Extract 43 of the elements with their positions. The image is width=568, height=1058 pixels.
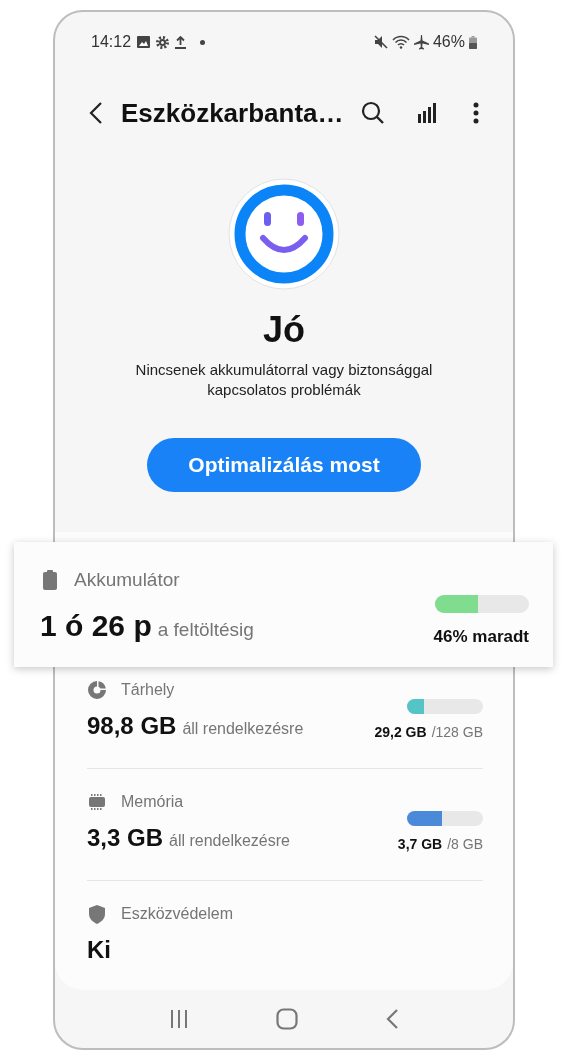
chip-icon xyxy=(88,793,106,811)
section-value: 1 ó 26 p xyxy=(40,609,152,642)
section-title: Eszközvédelem xyxy=(121,904,234,924)
value-caption: a feltöltésig xyxy=(157,619,254,640)
pie-chart-icon xyxy=(88,681,106,699)
recent-apps-icon xyxy=(168,1009,189,1029)
section-value: 3,3 GB xyxy=(87,824,164,851)
battery-percentage: 46% xyxy=(432,33,465,51)
status-heading: Jó xyxy=(263,308,305,352)
signal-bars-icon xyxy=(417,103,437,123)
airplane-icon xyxy=(413,34,429,50)
battery-icon xyxy=(43,570,57,590)
more-options-icon xyxy=(473,102,479,124)
status-description: Nincsenek akkumulátorral vagy biztonsággal kapcsolatos problémák xyxy=(134,360,434,400)
dot-icon xyxy=(200,39,206,45)
value-caption: áll rendelkezésre xyxy=(182,720,304,737)
section-title: Akkumulátor xyxy=(74,568,180,592)
back-icon xyxy=(385,1008,400,1030)
section-value: 98,8 GB xyxy=(87,712,177,739)
smiley-face-icon xyxy=(228,178,340,290)
clock-time: 14:12 xyxy=(91,33,132,51)
section-title: Memória xyxy=(121,792,184,812)
wifi-icon xyxy=(391,35,410,49)
image-icon xyxy=(137,36,151,48)
back-icon xyxy=(89,101,103,125)
shield-icon xyxy=(89,904,105,924)
home-icon xyxy=(276,1008,298,1030)
total-amount: /8 GB xyxy=(447,836,483,852)
optimize-button[interactable]: Optimalizálás most xyxy=(147,438,421,492)
battery-card[interactable]: Akkumulátor 1 ó 26 p a feltöltésig 46% maradt xyxy=(14,542,553,667)
battery-icon xyxy=(469,35,477,49)
total-amount: /128 GB xyxy=(431,724,483,740)
section-title: Tárhely xyxy=(121,680,175,700)
settings-icon xyxy=(156,35,170,49)
used-amount: 3,7 GB xyxy=(397,836,443,852)
page-title: Eszközkarbanta… xyxy=(121,97,344,129)
section-value: Ki xyxy=(87,936,111,963)
value-caption: áll rendelkezésre xyxy=(169,832,290,849)
upload-icon xyxy=(175,35,187,49)
used-amount: 29,2 GB xyxy=(374,724,427,740)
used-amount: 46% maradt xyxy=(433,627,529,646)
search-icon xyxy=(361,101,385,125)
mute-icon xyxy=(373,35,388,49)
